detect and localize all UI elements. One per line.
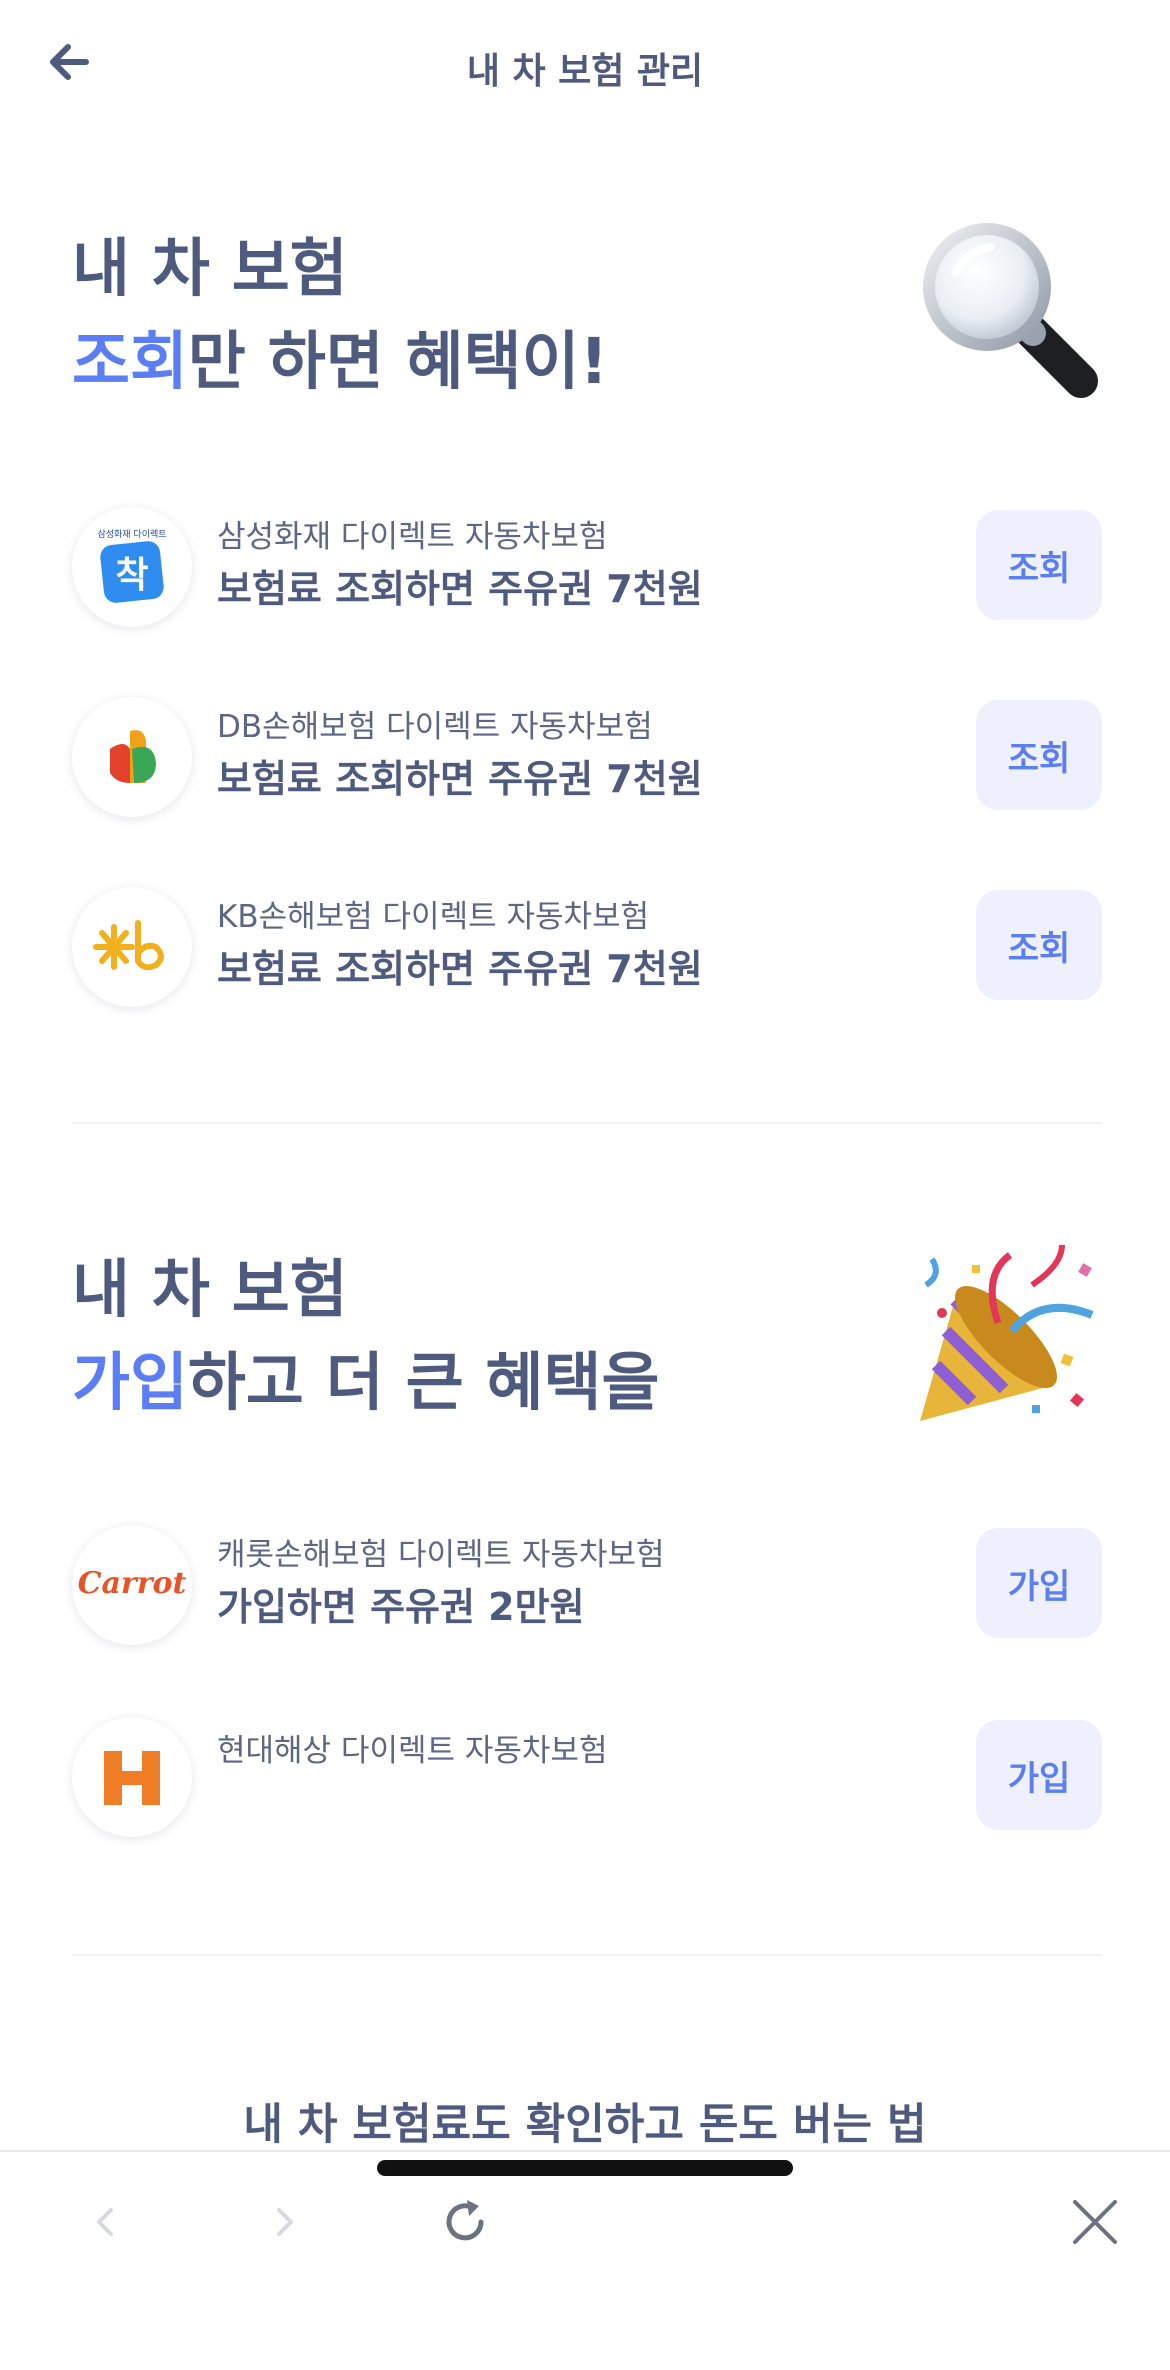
signup-title-rest: 하고 더 큰 혜택을 (187, 1346, 660, 1419)
samsung-logo-text: 착 (115, 555, 148, 596)
bottom-teaser-heading: 내 차 보험료도 확인하고 돈도 버는 법 (243, 2100, 927, 2150)
inquiry-title-line2: 조회만 하면 혜택이! (72, 315, 912, 408)
browser-reload-button[interactable] (425, 2182, 505, 2262)
section-divider (72, 1954, 1102, 1956)
benefit-text: 보험료 조회하면 주유권 7천원 (217, 947, 703, 991)
db-insurance-logo (72, 697, 192, 817)
signup-button-carrot[interactable]: 가입 (976, 1528, 1102, 1638)
hyundai-marine-logo (72, 1717, 192, 1837)
item-text: KB손해보험 다이렉트 자동차보험 보험료 조회하면 주유권 7천원 (217, 895, 937, 997)
benefit-text: 보험료 조회하면 주유권 7천원 (217, 567, 703, 611)
carrot-logo: Carrot (72, 1525, 192, 1645)
inquiry-title-rest: 만 하면 혜택이! (187, 325, 609, 398)
close-icon (1073, 2200, 1117, 2244)
signup-title-line2: 가입하고 더 큰 혜택을 (72, 1336, 912, 1429)
browser-forward-button[interactable] (245, 2182, 325, 2262)
browser-toolbar (0, 2150, 1170, 2370)
carrot-logo-text: Carrot (78, 1566, 187, 1601)
item-text: 현대해상 다이렉트 자동차보험 (217, 1729, 937, 1773)
page-title: 내 차 보험 관리 (466, 51, 704, 92)
insurance-item-kb: KB손해보험 다이렉트 자동차보험 보험료 조회하면 주유권 7천원 조회 (72, 887, 1102, 1017)
inquiry-title-line1: 내 차 보험 (72, 232, 348, 305)
insurance-item-db: DB손해보험 다이렉트 자동차보험 보험료 조회하면 주유권 7천원 조회 (72, 697, 1102, 827)
signup-title-line1: 내 차 보험 (72, 1253, 348, 1326)
insurance-item-hyundai: 현대해상 다이렉트 자동차보험 가입 (72, 1717, 1102, 1847)
company-name: DB손해보험 다이렉트 자동차보험 (217, 709, 653, 745)
kb-insurance-logo (72, 887, 192, 1007)
item-text: 캐롯손해보험 다이렉트 자동차보험 가입하면 주유권 2만원 (217, 1533, 937, 1635)
insurance-item-carrot: Carrot 캐롯손해보험 다이렉트 자동차보험 가입하면 주유권 2만원 가입 (72, 1525, 1102, 1655)
browser-back-button[interactable] (65, 2182, 145, 2262)
browser-close-button[interactable] (1055, 2182, 1135, 2262)
company-name: 캐롯손해보험 다이렉트 자동차보험 (217, 1537, 665, 1573)
inquiry-title-accent: 조회 (72, 325, 188, 398)
inquiry-section-title: 내 차 보험 조회만 하면 혜택이! (72, 222, 912, 408)
chevron-left-icon (97, 2208, 113, 2236)
samsung-logo-badge-text: 삼성화재 다이렉트 (97, 529, 166, 540)
home-indicator (377, 2160, 793, 2176)
signup-section-title: 내 차 보험 가입하고 더 큰 혜택을 (72, 1243, 912, 1429)
benefit-text: 가입하면 주유권 2만원 (217, 1585, 585, 1629)
item-text: DB손해보험 다이렉트 자동차보험 보험료 조회하면 주유권 7천원 (217, 705, 937, 807)
reload-icon (446, 2200, 484, 2241)
inquiry-button-kb[interactable]: 조회 (976, 890, 1102, 1000)
signup-title-accent: 가입 (72, 1346, 188, 1419)
benefit-text: 보험료 조회하면 주유권 7천원 (217, 757, 703, 801)
company-name: 삼성화재 다이렉트 자동차보험 (217, 519, 608, 555)
chevron-right-icon (277, 2208, 293, 2236)
top-bar: 내 차 보험 관리 (0, 0, 1170, 140)
samsung-fire-logo: 삼성화재 다이렉트 착 (72, 507, 192, 627)
inquiry-button-db[interactable]: 조회 (976, 700, 1102, 810)
insurance-item-samsung: 삼성화재 다이렉트 착 삼성화재 다이렉트 자동차보험 보험료 조회하면 주유권… (72, 507, 1102, 637)
section-divider (72, 1122, 1102, 1124)
magnifying-glass-icon (915, 215, 1105, 405)
company-name: KB손해보험 다이렉트 자동차보험 (217, 899, 650, 935)
inquiry-button-samsung[interactable]: 조회 (976, 510, 1102, 620)
signup-button-hyundai[interactable]: 가입 (976, 1720, 1102, 1830)
item-text: 삼성화재 다이렉트 자동차보험 보험료 조회하면 주유권 7천원 (217, 515, 937, 617)
party-popper-icon (912, 1244, 1102, 1435)
company-name: 현대해상 다이렉트 자동차보험 (217, 1733, 608, 1769)
